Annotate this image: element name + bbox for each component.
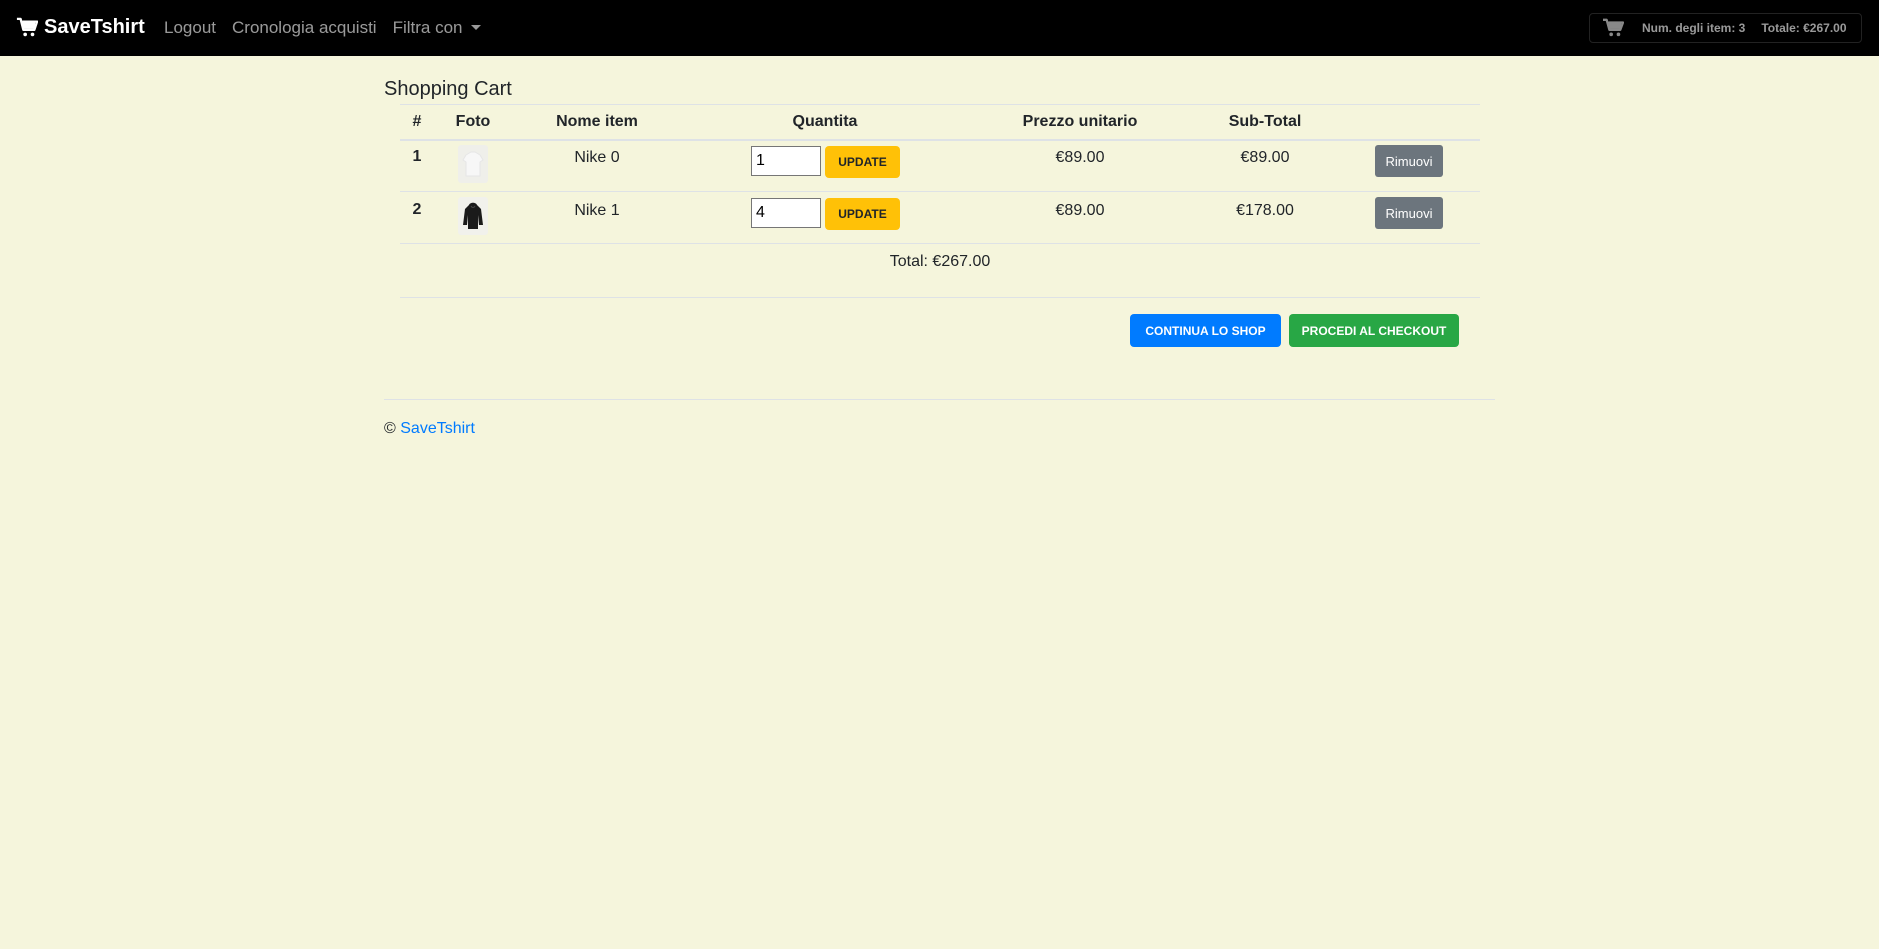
nav-logout[interactable]: Logout [164, 18, 216, 38]
checkout-button[interactable]: PROCEDI AL CHECKOUT [1289, 314, 1459, 347]
header-photo: Foto [455, 113, 491, 130]
cart-total: Totale: €267.00 [1761, 21, 1847, 35]
header-item-name: Nome item [556, 113, 638, 130]
divider [400, 139, 1480, 141]
caret-down-icon [470, 25, 481, 30]
divider [400, 297, 1480, 298]
unit-price: €89.00 [1055, 149, 1105, 166]
subtotal: €89.00 [1240, 149, 1290, 166]
brand-name: SaveTshirt [44, 16, 145, 38]
item-name: Nike 0 [574, 149, 620, 166]
product-image [458, 145, 488, 183]
nav-filter-label: Filtra con [392, 18, 463, 37]
nav-purchase-history[interactable]: Cronologia acquisti [232, 18, 377, 38]
brand-link[interactable]: SaveTshirt [16, 16, 145, 39]
remove-button[interactable]: Rimuovi [1375, 197, 1443, 229]
cart-icon [1603, 18, 1624, 37]
cart-grand-total: Total: €267.00 [889, 253, 991, 270]
update-button[interactable]: UPDATE [825, 198, 900, 230]
subtotal: €178.00 [1236, 202, 1294, 219]
header-quantity: Quantita [792, 113, 858, 130]
row-index: 1 [412, 148, 422, 165]
item-name: Nike 1 [574, 202, 620, 219]
row-index: 2 [412, 201, 422, 218]
divider [400, 191, 1480, 192]
nav-filter-dropdown[interactable]: Filtra con [393, 18, 481, 38]
footer-brand-link[interactable]: SaveTshirt [400, 420, 475, 437]
unit-price: €89.00 [1055, 202, 1105, 219]
header-index: # [412, 113, 422, 130]
page-title: Shopping Cart [384, 78, 512, 100]
update-button[interactable]: UPDATE [825, 146, 900, 178]
divider [400, 104, 1480, 105]
quantity-input[interactable] [751, 198, 821, 228]
footer: © SaveTshirt [384, 420, 475, 438]
quantity-input[interactable] [751, 146, 821, 176]
hoodie-icon [463, 202, 483, 229]
cart-item-count: Num. degli item: 3 [1642, 21, 1746, 35]
navbar: SaveTshirt Logout Cronologia acquisti Fi… [0, 0, 1879, 56]
tshirt-icon [462, 151, 484, 177]
footer-divider [384, 399, 1495, 400]
header-unit-price: Prezzo unitario [1022, 113, 1138, 130]
shopping-cart-icon [16, 17, 38, 36]
continue-shopping-button[interactable]: CONTINUA LO SHOP [1130, 314, 1281, 347]
cart-summary[interactable]: Num. degli item: 3 Totale: €267.00 [1589, 13, 1862, 43]
product-image [458, 197, 488, 235]
copyright-symbol: © [384, 420, 396, 437]
divider [400, 243, 1480, 244]
nav-links: Logout Cronologia acquisti Filtra con [164, 18, 481, 38]
header-subtotal: Sub-Total [1228, 113, 1302, 130]
remove-button[interactable]: Rimuovi [1375, 145, 1443, 177]
